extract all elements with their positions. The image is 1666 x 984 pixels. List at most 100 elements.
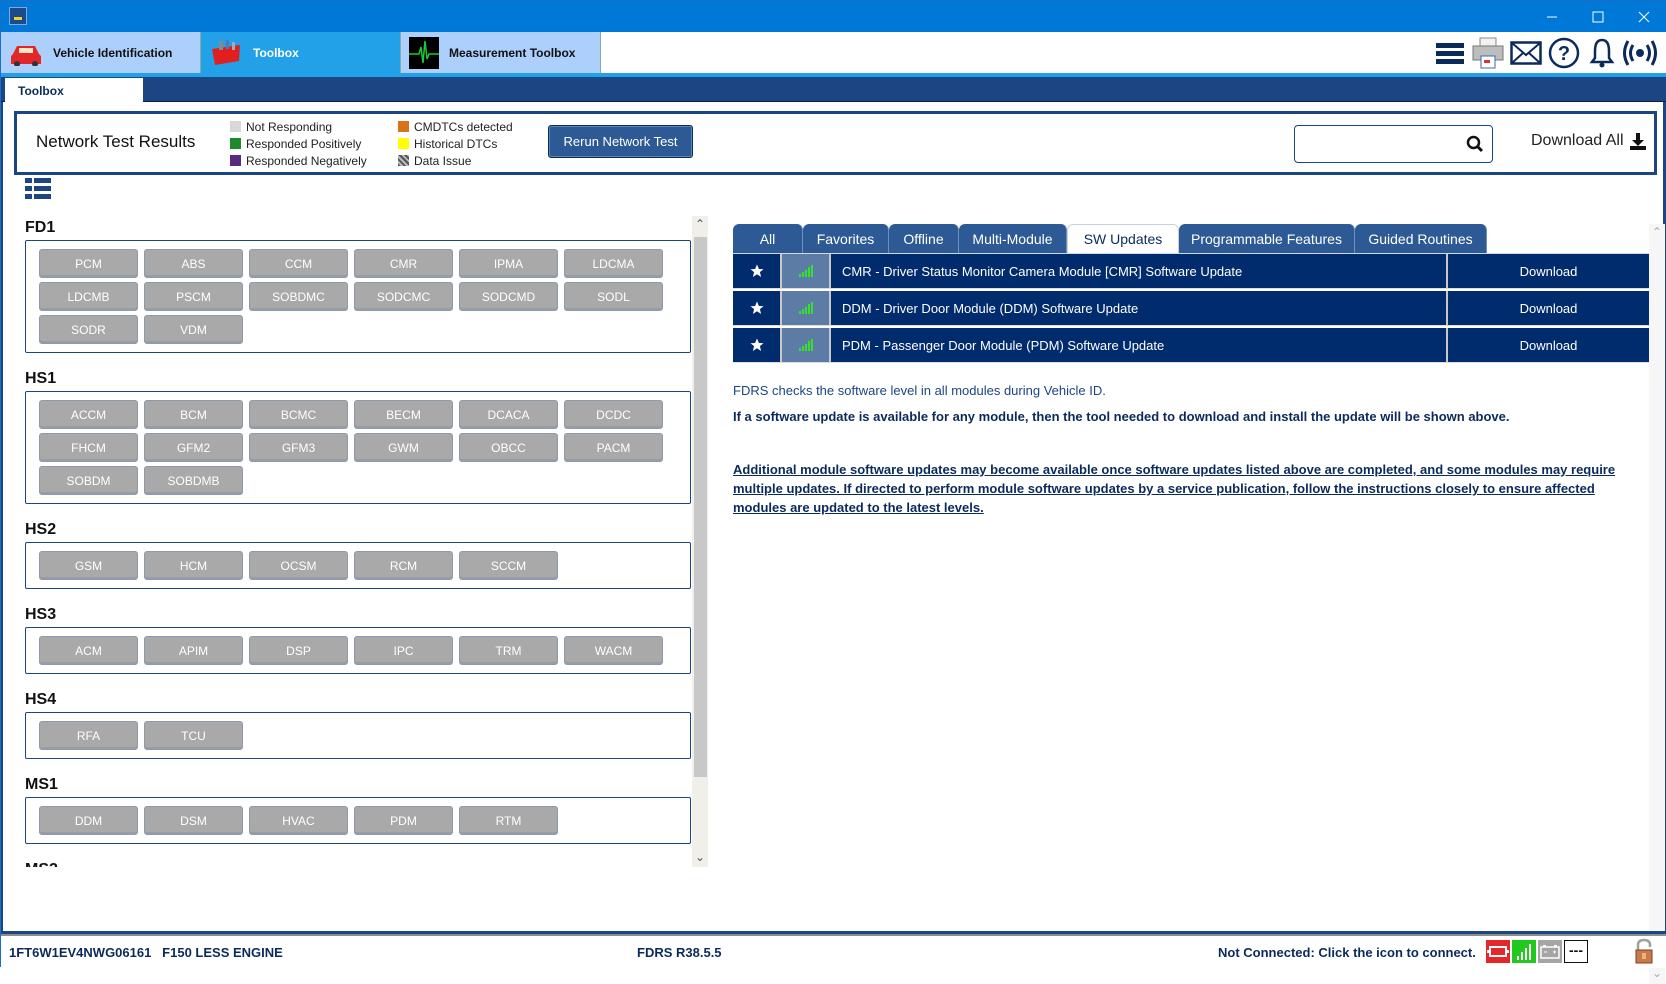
module-button[interactable]: RTM [459, 806, 558, 835]
rerun-network-test-button[interactable]: Rerun Network Test [548, 125, 693, 158]
scroll-up-icon[interactable]: ⌃ [692, 217, 708, 233]
tab-favorites[interactable]: Favorites [803, 224, 889, 253]
scrollbar-thumb[interactable] [694, 237, 707, 777]
menu-button[interactable] [1431, 36, 1469, 70]
module-button[interactable]: OBCC [459, 433, 558, 462]
sw-update-row[interactable]: CMR - Driver Status Monitor Camera Modul… [733, 254, 1649, 289]
module-button[interactable]: CMR [354, 249, 453, 278]
help-button[interactable]: ? [1545, 36, 1583, 70]
download-all-button[interactable]: Download All [1531, 132, 1647, 150]
module-button[interactable]: SCCM [459, 551, 558, 580]
tool-panel-scrollbar[interactable]: ⌃ ⌄ [1649, 224, 1665, 984]
module-list-scrollbar[interactable]: ⌃ ⌄ [692, 216, 708, 867]
search-icon[interactable] [1466, 135, 1484, 153]
app-tab-bar: Vehicle Identification Toolbox Measureme… [1, 32, 1666, 73]
tab-vehicle-identification[interactable]: Vehicle Identification [1, 32, 201, 73]
module-button[interactable]: GSM [39, 551, 138, 580]
module-button[interactable]: SOBDMC [249, 282, 348, 311]
module-button[interactable]: RFA [39, 721, 138, 750]
tab-label: Toolbox [253, 45, 299, 60]
module-button[interactable]: DDM [39, 806, 138, 835]
connection-broadcast-button[interactable] [1621, 36, 1659, 70]
module-button[interactable]: TRM [459, 636, 558, 665]
download-button[interactable]: Download [1448, 291, 1649, 325]
module-button[interactable]: VDM [144, 315, 243, 344]
module-button[interactable]: PDM [354, 806, 453, 835]
module-group-box: PCM ABS CCM CMR IPMA LDCMA LDCMB PSCM SOBDMC SODC… [25, 240, 691, 353]
module-button[interactable]: ABS [144, 249, 243, 278]
module-button[interactable]: GFM2 [144, 433, 243, 462]
module-button[interactable]: APIM [144, 636, 243, 665]
module-button[interactable]: BCM [144, 400, 243, 429]
module-button[interactable]: PSCM [144, 282, 243, 311]
swatch [230, 121, 241, 132]
module-button[interactable]: ACM [39, 636, 138, 665]
additional-updates-link[interactable]: Additional module software updates may b… [733, 460, 1643, 517]
tab-programmable-features[interactable]: Programmable Features [1179, 224, 1355, 253]
tab-toolbox[interactable]: Toolbox [201, 32, 401, 73]
voltage-readout: --- [1564, 940, 1588, 963]
favorite-button[interactable] [733, 328, 782, 362]
subtab-toolbox[interactable]: Toolbox [5, 78, 143, 103]
list-view-icon[interactable] [25, 178, 51, 199]
sw-update-row[interactable]: DDM - Driver Door Module (DDM) Software … [733, 291, 1649, 326]
module-button[interactable]: BCMC [249, 400, 348, 429]
scroll-down-icon[interactable]: ⌄ [692, 850, 708, 866]
module-button[interactable]: RCM [354, 551, 453, 580]
module-button[interactable]: SOBDMB [144, 466, 243, 495]
lock-icon[interactable] [1633, 938, 1655, 964]
favorite-button[interactable] [733, 291, 782, 325]
module-button[interactable]: SOBDM [39, 466, 138, 495]
minimize-button[interactable] [1529, 1, 1575, 32]
maximize-button[interactable] [1575, 1, 1621, 32]
module-group-box: GSM HCM OCSM RCM SCCM [25, 542, 691, 589]
module-button[interactable]: HCM [144, 551, 243, 580]
module-button[interactable]: CCM [249, 249, 348, 278]
module-button[interactable]: HVAC [249, 806, 348, 835]
module-button[interactable]: IPMA [459, 249, 558, 278]
module-button[interactable]: SODL [564, 282, 663, 311]
module-button[interactable]: GWM [354, 433, 453, 462]
module-button[interactable]: PACM [564, 433, 663, 462]
module-button[interactable]: ACCM [39, 400, 138, 429]
module-button[interactable]: SODR [39, 315, 138, 344]
close-button[interactable] [1621, 1, 1666, 32]
search-input[interactable] [1294, 125, 1493, 163]
module-button[interactable]: WACM [564, 636, 663, 665]
module-button[interactable]: LDCMA [564, 249, 663, 278]
signal-cell [782, 291, 831, 325]
module-button[interactable]: OCSM [249, 551, 348, 580]
scroll-down-icon[interactable]: ⌄ [1649, 966, 1665, 982]
module-button[interactable]: DSP [249, 636, 348, 665]
module-button[interactable]: DSM [144, 806, 243, 835]
download-button[interactable]: Download [1448, 254, 1649, 288]
module-button[interactable]: LDCMB [39, 282, 138, 311]
module-button[interactable]: DCACA [459, 400, 558, 429]
sw-update-row[interactable]: PDM - Passenger Door Module (PDM) Softwa… [733, 328, 1649, 363]
module-button[interactable]: BECM [354, 400, 453, 429]
module-group-box: RFA TCU [25, 712, 691, 759]
tab-offline[interactable]: Offline [889, 224, 959, 253]
tab-measurement-toolbox[interactable]: Measurement Toolbox [401, 32, 601, 73]
favorite-button[interactable] [733, 254, 782, 288]
vci-disconnected-icon[interactable] [1486, 940, 1510, 963]
module-button[interactable]: IPC [354, 636, 453, 665]
tab-multi-module[interactable]: Multi-Module [959, 224, 1067, 253]
notifications-button[interactable] [1583, 36, 1621, 70]
tab-sw-updates[interactable]: SW Updates [1067, 224, 1179, 253]
module-group-box: DDM DSM HVAC PDM RTM [25, 797, 691, 844]
download-button[interactable]: Download [1448, 328, 1649, 362]
tab-guided-routines[interactable]: Guided Routines [1355, 224, 1487, 253]
module-button[interactable]: TCU [144, 721, 243, 750]
module-button[interactable]: SODCMD [459, 282, 558, 311]
module-button[interactable]: FHCM [39, 433, 138, 462]
module-button[interactable]: PCM [39, 249, 138, 278]
print-button[interactable] [1469, 36, 1507, 70]
module-button[interactable]: SODCMC [354, 282, 453, 311]
module-group-title: HS3 [25, 606, 57, 623]
tab-all[interactable]: All [733, 224, 803, 253]
mail-button[interactable] [1507, 36, 1545, 70]
module-button[interactable]: GFM3 [249, 433, 348, 462]
module-button[interactable]: DCDC [564, 400, 663, 429]
scroll-up-icon[interactable]: ⌃ [1649, 225, 1665, 241]
